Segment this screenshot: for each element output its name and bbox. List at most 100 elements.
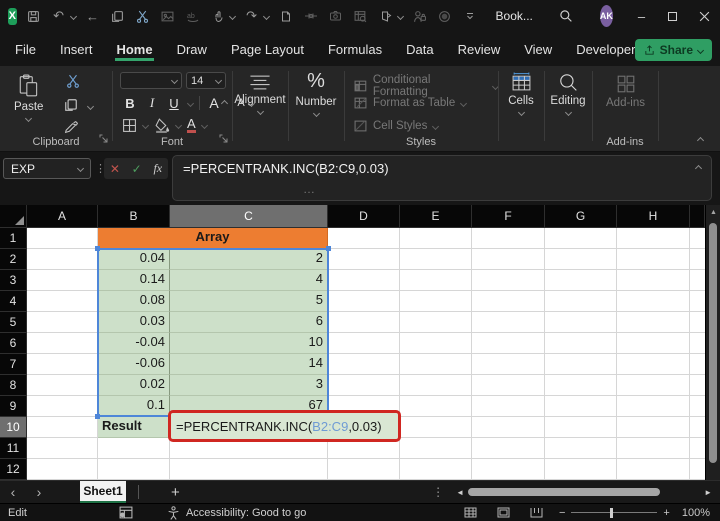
qat-customize-chevron-icon[interactable] — [462, 8, 478, 24]
cell[interactable] — [472, 291, 545, 312]
zoom-in-button[interactable]: + — [663, 507, 669, 519]
cell-c6[interactable]: 10 — [170, 333, 328, 354]
add-sheet-button[interactable]: + — [171, 484, 180, 501]
maximize-button[interactable] — [668, 7, 677, 25]
alignment-button[interactable]: Alignment — [232, 66, 288, 152]
pin-icon[interactable] — [303, 8, 319, 24]
cell[interactable] — [27, 459, 98, 480]
cell[interactable] — [328, 228, 400, 249]
cell[interactable] — [27, 333, 98, 354]
cell[interactable] — [328, 459, 400, 480]
zoom-out-button[interactable]: − — [559, 507, 565, 519]
cell[interactable] — [27, 270, 98, 291]
enter-icon[interactable]: ✓ — [132, 162, 142, 176]
back-arrow-icon[interactable]: ← — [85, 8, 101, 24]
tab-developer[interactable]: Developer — [575, 34, 636, 65]
column-header-a[interactable]: A — [27, 205, 98, 228]
tab-draw[interactable]: Draw — [176, 34, 208, 65]
tab-insert[interactable]: Insert — [59, 34, 94, 65]
cell[interactable] — [27, 312, 98, 333]
cancel-icon[interactable]: ✕ — [110, 162, 120, 176]
cell[interactable] — [617, 291, 690, 312]
close-button[interactable] — [699, 7, 710, 25]
cell[interactable] — [328, 354, 400, 375]
cell[interactable] — [400, 249, 472, 270]
cell-styles-button[interactable]: Cell Styles — [354, 120, 438, 132]
cell-b6[interactable]: -0.04 — [98, 333, 170, 354]
row-header-8[interactable]: 8 — [0, 375, 27, 396]
insert-function-icon[interactable]: fx — [153, 161, 162, 176]
cell[interactable] — [545, 438, 617, 459]
cell-c5[interactable]: 6 — [170, 312, 328, 333]
fill-color-chevron-icon[interactable] — [175, 122, 182, 129]
cell[interactable] — [472, 396, 545, 417]
undo-chevron-icon[interactable] — [71, 14, 76, 19]
cell[interactable] — [472, 375, 545, 396]
touch-mode-icon[interactable] — [210, 8, 226, 24]
row-header-6[interactable]: 6 — [0, 333, 27, 354]
zoom-level[interactable]: 100% — [682, 507, 710, 519]
cell-b9[interactable]: 0.1 — [98, 396, 170, 417]
cell[interactable] — [472, 312, 545, 333]
tab-review[interactable]: Review — [457, 34, 502, 65]
account-avatar[interactable]: AK — [600, 5, 613, 27]
cell[interactable] — [617, 438, 690, 459]
cell[interactable] — [545, 291, 617, 312]
cell[interactable] — [472, 459, 545, 480]
cell[interactable] — [27, 228, 98, 249]
row-header-2[interactable]: 2 — [0, 249, 27, 270]
cell[interactable] — [27, 291, 98, 312]
cell[interactable] — [328, 375, 400, 396]
cell[interactable] — [545, 333, 617, 354]
cell-b7[interactable]: -0.06 — [98, 354, 170, 375]
cell-b8[interactable]: 0.02 — [98, 375, 170, 396]
cell[interactable] — [400, 354, 472, 375]
hscroll-left-icon[interactable]: ◄ — [456, 488, 464, 497]
select-all-corner[interactable] — [0, 205, 27, 228]
column-header-f[interactable]: F — [472, 205, 545, 228]
italic-button[interactable]: I — [144, 95, 160, 111]
number-button[interactable]: % Number — [288, 66, 344, 152]
cell[interactable] — [617, 333, 690, 354]
cell[interactable] — [617, 375, 690, 396]
cell[interactable] — [545, 270, 617, 291]
new-file-icon[interactable] — [278, 8, 294, 24]
cut-button[interactable] — [66, 74, 80, 93]
cell[interactable] — [545, 396, 617, 417]
underline-chevron-icon[interactable] — [187, 99, 194, 106]
row-header-7[interactable]: 7 — [0, 354, 27, 375]
cell[interactable] — [545, 312, 617, 333]
cell-c4[interactable]: 5 — [170, 291, 328, 312]
tab-page-layout[interactable]: Page Layout — [230, 34, 305, 65]
borders-chevron-icon[interactable] — [142, 122, 149, 129]
sheet-next-icon[interactable]: › — [26, 484, 52, 500]
page-layout-view-icon[interactable] — [497, 507, 510, 518]
formula-bar-grip[interactable]: … — [303, 182, 317, 196]
column-header-g[interactable]: G — [545, 205, 617, 228]
tab-file[interactable]: File — [14, 34, 37, 65]
cell[interactable] — [545, 417, 617, 438]
row-header-5[interactable]: 5 — [0, 312, 27, 333]
font-dialog-launcher-icon[interactable] — [219, 130, 228, 148]
cell[interactable] — [617, 312, 690, 333]
cell-b5[interactable]: 0.03 — [98, 312, 170, 333]
cell[interactable] — [617, 354, 690, 375]
zoom-slider[interactable] — [571, 512, 657, 513]
cell[interactable] — [400, 228, 472, 249]
page-break-view-icon[interactable] — [530, 507, 543, 518]
normal-view-icon[interactable] — [464, 507, 477, 518]
accessibility-status[interactable]: Accessibility: Good to go — [186, 507, 306, 519]
cell[interactable] — [472, 417, 545, 438]
cell[interactable] — [472, 438, 545, 459]
row-header-11[interactable]: 11 — [0, 438, 27, 459]
tab-formulas[interactable]: Formulas — [327, 34, 383, 65]
borders-icon[interactable] — [122, 118, 137, 133]
cell[interactable] — [27, 396, 98, 417]
cell[interactable] — [328, 312, 400, 333]
draft-pen-icon[interactable] — [378, 8, 394, 24]
column-header-d[interactable]: D — [328, 205, 400, 228]
column-header-b[interactable]: B — [98, 205, 170, 228]
addins-button[interactable]: Add-ins — [606, 74, 645, 109]
array-header-cell[interactable]: Array — [98, 228, 328, 249]
sheet-prev-icon[interactable]: ‹ — [0, 484, 26, 500]
